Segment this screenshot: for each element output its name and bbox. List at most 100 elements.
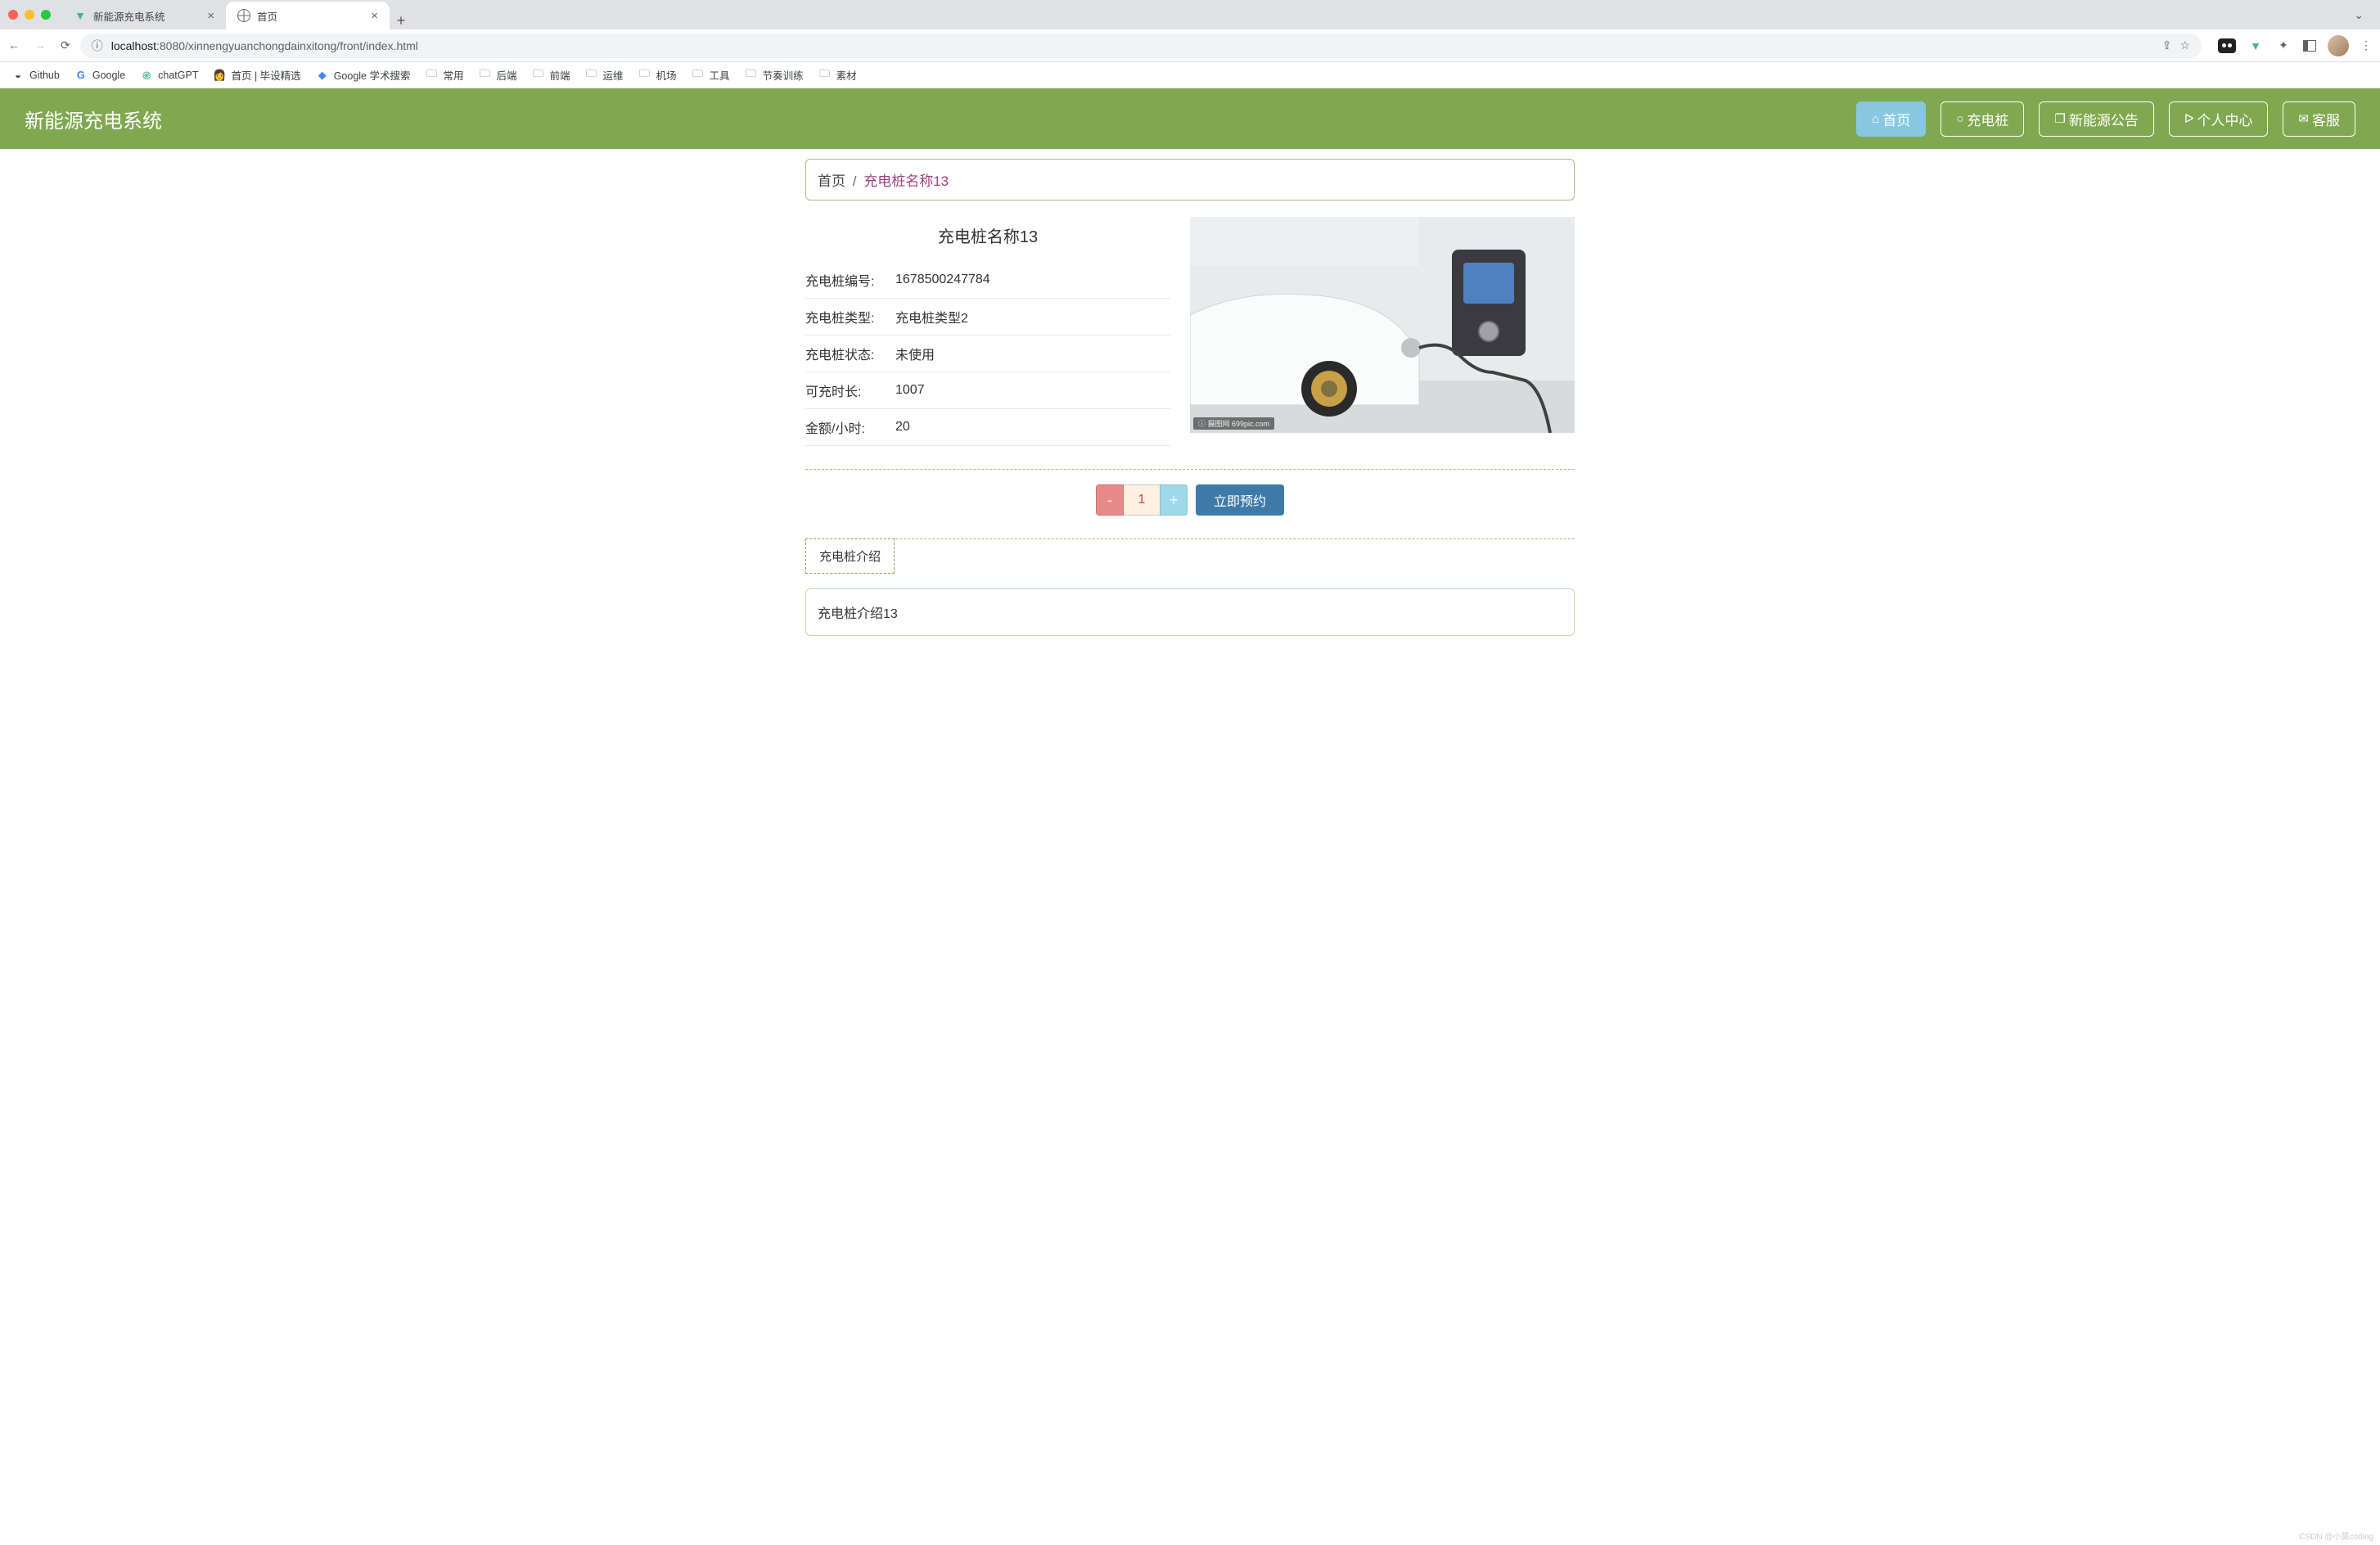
globe-icon (237, 9, 250, 22)
book-now-button[interactable]: 立即预约 (1196, 484, 1284, 516)
close-tab-icon[interactable]: × (207, 9, 214, 23)
window-controls (8, 10, 51, 20)
table-row: 充电桩状态:未使用 (805, 336, 1170, 372)
breadcrumb-home[interactable]: 首页 (818, 173, 845, 189)
app-title: 新能源充电系统 (25, 105, 162, 133)
profile-avatar[interactable] (2328, 35, 2349, 56)
intro-content: 充电桩介绍13 (805, 588, 1575, 636)
close-tab-icon[interactable]: × (371, 9, 378, 23)
browser-chrome: ▼ 新能源充电系统 × 首页 × + ⌄ ← → ⟳ ⓘ localhost:8… (0, 0, 2380, 88)
vue-devtools-icon[interactable]: ▼ (2247, 38, 2264, 54)
page-watermark: CSDN @小莫coding (2299, 1529, 2373, 1542)
extension-icon[interactable] (2218, 38, 2236, 53)
table-row: 充电桩类型:充电桩类型2 (805, 299, 1170, 336)
folder-icon: 🗀 (745, 69, 758, 82)
circle-icon: ○ (1956, 112, 1963, 126)
menu-icon[interactable]: ⋮ (2360, 38, 2372, 52)
table-row: 金额/小时:20 (805, 409, 1170, 446)
bookmark-folder[interactable]: 🗀后端 (478, 67, 516, 83)
google-icon: G (74, 69, 88, 82)
bookmark-item[interactable]: ◒Github (11, 69, 60, 82)
tabs-overflow-icon[interactable]: ⌄ (2354, 8, 2364, 22)
toolbar: ← → ⟳ ⓘ localhost:8080/xinnengyuanchongd… (0, 29, 2380, 62)
side-panel-icon[interactable] (2303, 40, 2316, 52)
nav-notice-button[interactable]: ❒新能源公告 (2039, 101, 2153, 137)
bookmark-folder[interactable]: 🗀素材 (818, 67, 857, 83)
field-label: 金额/小时: (805, 409, 895, 446)
new-tab-button[interactable]: + (390, 12, 412, 29)
bookmark-folder[interactable]: 🗀工具 (692, 67, 730, 83)
quantity-stepper: - + (1096, 484, 1188, 516)
folder-icon: 🗀 (585, 69, 598, 82)
bookmark-folder[interactable]: 🗀常用 (425, 67, 463, 83)
chatgpt-icon: ֎ (140, 69, 153, 82)
folder-icon: 🗀 (638, 69, 651, 82)
field-value: 1678500247784 (895, 262, 1170, 299)
bookmark-item[interactable]: GGoogle (74, 69, 125, 82)
tab-item[interactable]: 首页 × (226, 2, 390, 29)
field-label: 可充时长: (805, 372, 895, 409)
app-nav: ⌂首页 ○充电桩 ❒新能源公告 ᐅ个人中心 ✉客服 (1856, 101, 2355, 137)
cube-icon: ❒ (2054, 111, 2065, 126)
info-icon[interactable]: ⓘ (92, 38, 103, 54)
minus-button[interactable]: - (1096, 484, 1124, 516)
quantity-input[interactable] (1124, 484, 1160, 516)
chat-icon: ✉ (2298, 111, 2309, 126)
bookmark-folder[interactable]: 🗀机场 (638, 67, 677, 83)
home-icon: ⌂ (1872, 112, 1879, 126)
tab-item[interactable]: ▼ 新能源充电系统 × (62, 2, 226, 29)
detail-table: 充电桩编号:1678500247784 充电桩类型:充电桩类型2 充电桩状态:未… (805, 262, 1170, 446)
nav-home-button[interactable]: ⌂首页 (1856, 101, 1926, 137)
back-button[interactable]: ← (8, 38, 20, 52)
forward-button[interactable]: → (34, 38, 46, 52)
breadcrumb-current: 充电桩名称13 (863, 173, 949, 189)
field-value: 20 (895, 409, 1170, 446)
breadcrumb: 首页 / 充电桩名称13 (805, 159, 1575, 200)
nav-profile-button[interactable]: ᐅ个人中心 (2169, 101, 2269, 137)
plus-button[interactable]: + (1160, 484, 1188, 516)
folder-icon: 🗀 (425, 69, 438, 82)
close-window-button[interactable] (8, 10, 18, 20)
detail-title: 充电桩名称13 (805, 223, 1170, 247)
star-icon[interactable]: ☆ (2179, 38, 2190, 52)
tab-title: 新能源充电系统 (93, 8, 165, 24)
person-icon: 👩 (213, 69, 226, 82)
tab-strip: ▼ 新能源充电系统 × 首页 × + (62, 0, 2354, 29)
titlebar: ▼ 新能源充电系统 × 首页 × + ⌄ (0, 0, 2380, 29)
extensions-icon[interactable]: ✦ (2275, 38, 2292, 54)
bookmark-item[interactable]: ֎chatGPT (140, 69, 198, 82)
vue-icon: ▼ (74, 9, 87, 22)
address-bar[interactable]: ⓘ localhost:8080/xinnengyuanchongdainxit… (80, 34, 2202, 58)
field-value: 充电桩类型2 (895, 299, 1170, 336)
folder-icon: 🗀 (692, 69, 705, 82)
maximize-window-button[interactable] (41, 10, 51, 20)
reload-button[interactable]: ⟳ (61, 38, 70, 52)
page-container: 首页 / 充电桩名称13 充电桩名称13 充电桩编号:1678500247784… (805, 159, 1575, 636)
github-icon: ◒ (11, 69, 25, 82)
bookmark-item[interactable]: 👩首页 | 毕设精选 (213, 67, 300, 83)
url-text: localhost:8080/xinnengyuanchongdainxiton… (111, 39, 418, 52)
image-watermark: ⓘ 摄图网 699pic.com (1193, 417, 1274, 430)
field-label: 充电桩编号: (805, 262, 895, 299)
share-icon[interactable]: ⇪ (2162, 38, 2172, 52)
breadcrumb-separator: / (853, 173, 857, 189)
intro-tab[interactable]: 充电桩介绍 (805, 538, 895, 574)
field-value: 未使用 (895, 336, 1170, 372)
folder-icon: 🗀 (818, 69, 832, 82)
table-row: 可充时长:1007 (805, 372, 1170, 409)
nav-charger-button[interactable]: ○充电桩 (1941, 101, 2024, 137)
bookmark-folder[interactable]: 🗀前端 (532, 67, 570, 83)
nav-service-button[interactable]: ✉客服 (2283, 101, 2355, 137)
bookmark-folder[interactable]: 🗀运维 (585, 67, 624, 83)
bookmark-item[interactable]: ◆Google 学术搜索 (316, 67, 411, 83)
folder-icon: 🗀 (532, 69, 545, 82)
bookmark-folder[interactable]: 🗀节奏训练 (745, 67, 804, 83)
person-icon: ᐅ (2184, 111, 2194, 126)
tab-title: 首页 (257, 8, 277, 24)
field-label: 充电桩类型: (805, 299, 895, 336)
scholar-icon: ◆ (316, 69, 329, 82)
divider (805, 469, 1575, 470)
app-header: 新能源充电系统 ⌂首页 ○充电桩 ❒新能源公告 ᐅ个人中心 ✉客服 (0, 88, 2380, 149)
detail-section: 充电桩名称13 充电桩编号:1678500247784 充电桩类型:充电桩类型2… (805, 217, 1575, 446)
minimize-window-button[interactable] (25, 10, 34, 20)
